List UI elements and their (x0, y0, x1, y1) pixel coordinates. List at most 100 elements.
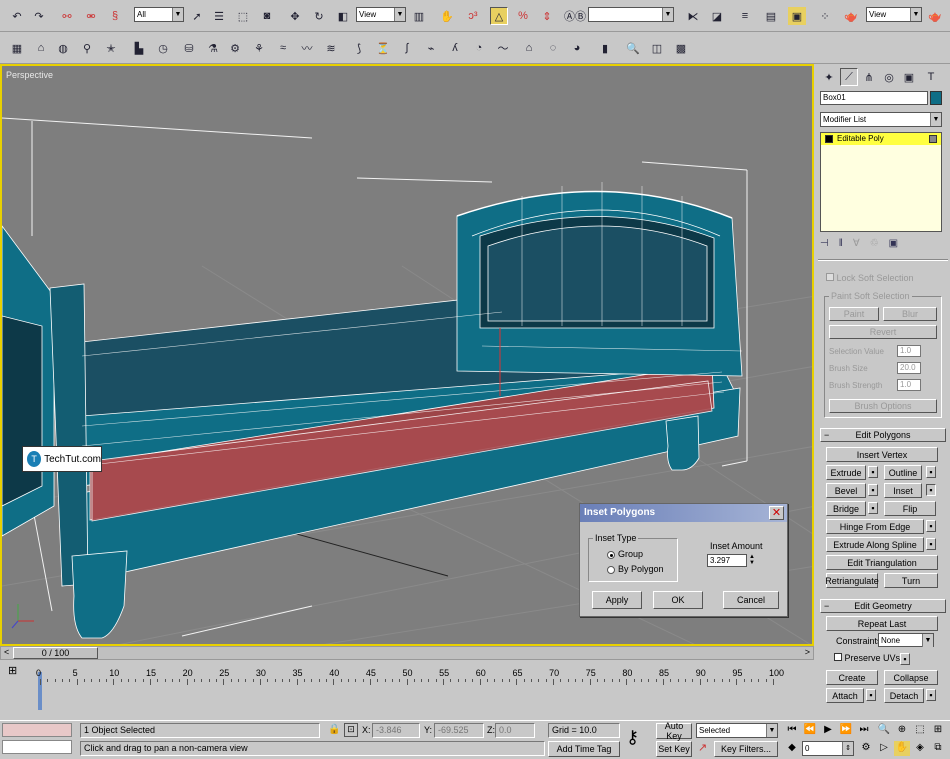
radio-group-option[interactable]: Group (607, 549, 643, 559)
collapse-button[interactable]: Collapse (884, 670, 938, 685)
insert-vertex-button[interactable]: Insert Vertex (826, 447, 938, 462)
add-time-tag-button[interactable]: Add Time Tag (548, 741, 620, 757)
key-mode-dropdown[interactable]: Selected ▼ (696, 723, 778, 738)
helpers-icon[interactable]: ✭ (102, 39, 120, 57)
attach-settings-icon[interactable]: ▪ (866, 689, 876, 701)
scale-icon[interactable]: ◧ (334, 7, 352, 25)
key-mode-toggle-icon[interactable]: ◆ (784, 741, 800, 756)
default-tangent-icon[interactable]: ↗ (698, 741, 707, 754)
bevel-button[interactable]: Bevel (826, 483, 866, 498)
time-slider[interactable]: < 0 / 100 > (0, 646, 814, 660)
pan-view-icon[interactable]: ✋ (894, 741, 910, 756)
show-end-icon[interactable]: ‖ (839, 238, 853, 249)
hinge-settings-icon[interactable]: ▪ (926, 520, 936, 532)
play-icon[interactable]: ▶ (820, 723, 836, 738)
preserve-uvs-settings-icon[interactable]: ▪ (900, 653, 910, 665)
selection-filter-dropdown[interactable]: All ▼ (134, 7, 184, 22)
remove-modifier-icon[interactable]: ♲ (870, 238, 889, 249)
blur-button[interactable]: Blur (883, 307, 937, 321)
extrude-along-spline-button[interactable]: Extrude Along Spline (826, 537, 924, 552)
lock-selection-icon[interactable]: 🔒 (328, 724, 340, 735)
twist-icon[interactable]: ∫ (398, 39, 416, 57)
curve-editor-icon[interactable]: ▤ (762, 7, 780, 25)
spring-icon[interactable]: ≈ (274, 39, 292, 57)
undo-icon[interactable]: ↶ (8, 7, 26, 25)
slider-right-arrow[interactable]: > (805, 647, 810, 657)
y-coordinate-field[interactable]: -69.525 (434, 723, 484, 738)
pivot-center-icon[interactable]: ▥ (410, 7, 428, 25)
taper-icon[interactable]: ⏳ (374, 39, 392, 57)
brush-strength-field[interactable]: 1.0 (897, 379, 921, 391)
camera-icon[interactable]: ◫ (648, 39, 666, 57)
make-unique-icon[interactable]: ∀ (853, 238, 870, 249)
bind-spacewarp-icon[interactable]: § (106, 7, 124, 25)
edit-named-sel-icon[interactable]: ⒶⒷ (564, 7, 586, 25)
modifier-list-dropdown[interactable]: Modifier List ▼ (820, 112, 942, 127)
array-icon[interactable]: ◷ (154, 39, 172, 57)
z-coordinate-field[interactable]: 0.0 (495, 723, 535, 738)
render-scene-icon[interactable]: 🫖 (842, 7, 860, 25)
inset-amount-field[interactable]: 3.297 (707, 554, 747, 567)
object-color-swatch[interactable] (930, 91, 942, 105)
render-type-dropdown[interactable]: View ▼ (866, 7, 922, 22)
preserve-uvs-checkbox[interactable]: Preserve UVs (834, 653, 900, 663)
next-frame-icon[interactable]: ⏩ (838, 723, 854, 738)
apply-button[interactable]: Apply (592, 591, 642, 609)
key-filters-button[interactable]: Key Filters... (714, 741, 778, 757)
edit-geometry-rollout[interactable]: − Edit Geometry (820, 599, 946, 613)
maxscript-listener[interactable] (2, 723, 72, 737)
zoom-extents-icon[interactable]: ⬚ (912, 723, 928, 738)
flip-button[interactable]: Flip (884, 501, 936, 516)
create-button[interactable]: Create (826, 670, 878, 685)
redo-icon[interactable]: ↷ (30, 7, 48, 25)
zoom-extents-all-icon[interactable]: ⊞ (930, 723, 946, 738)
time-slider-thumb[interactable]: 0 / 100 (13, 647, 98, 659)
create-tab-icon[interactable]: ✦ (820, 68, 838, 86)
window-crossing-icon[interactable]: ◙ (258, 7, 276, 25)
arc-rotate-icon[interactable]: ◈ (912, 741, 928, 756)
zoom-all-icon[interactable]: ⊕ (894, 723, 910, 738)
previous-frame-icon[interactable]: ⏪ (802, 723, 818, 738)
revert-button[interactable]: Revert (829, 325, 937, 339)
configure-sets-icon[interactable]: ▣ (889, 238, 908, 249)
align-icon[interactable]: ◪ (708, 7, 726, 25)
field-of-view-icon[interactable]: ▷ (876, 741, 892, 756)
film-icon[interactable]: ▩ (672, 39, 690, 57)
wave2-icon[interactable]: ◕ (568, 39, 586, 57)
viewport-label[interactable]: Perspective (6, 70, 53, 80)
cylinder-icon[interactable]: ⛁ (180, 39, 198, 57)
slice-icon[interactable]: ▮ (596, 39, 614, 57)
tools-icon[interactable]: ▙ (130, 39, 148, 57)
wind-icon[interactable]: ⚘ (250, 39, 268, 57)
spline-settings-icon[interactable]: ▪ (926, 538, 936, 550)
material-editor-icon[interactable]: ⁘ (816, 7, 834, 25)
paint-button[interactable]: Paint (829, 307, 879, 321)
display-tab-icon[interactable]: ▣ (900, 68, 918, 86)
maxscript-mini[interactable] (2, 740, 72, 754)
ripple-icon[interactable]: ≋ (322, 39, 340, 57)
push-icon[interactable]: 〜 (494, 39, 512, 57)
max-viewport-icon[interactable]: ⧉ (930, 741, 946, 756)
inset-settings-icon[interactable]: ▪ (926, 484, 936, 496)
quick-render-icon[interactable]: 🫖 (926, 7, 944, 25)
track-bar-icon[interactable]: ⊞ (8, 664, 17, 677)
hierarchy-tab-icon[interactable]: ⋔ (860, 68, 878, 86)
unlink-icon[interactable]: ⚮ (82, 7, 100, 25)
utilities-tab-icon[interactable]: T (922, 68, 940, 86)
percent-snap-icon[interactable]: % (514, 7, 532, 25)
schematic-view-icon[interactable]: ▣ (788, 7, 806, 25)
zoom-region-icon[interactable]: 🔍 (624, 39, 642, 57)
edit-polygons-rollout[interactable]: − Edit Polygons (820, 428, 946, 442)
gear-icon[interactable]: ⚙ (226, 39, 244, 57)
bend-icon[interactable]: ⟆ (350, 39, 368, 57)
shapes-icon[interactable]: ⌂ (32, 39, 50, 57)
extrude-button[interactable]: Extrude (826, 465, 866, 480)
extrude-settings-icon[interactable]: ▪ (868, 466, 878, 478)
constraints-dropdown[interactable]: None ▼ (878, 633, 934, 647)
stack-item-editable-poly[interactable]: Editable Poly (821, 133, 941, 145)
inset-amount-spinner[interactable]: ▲ ▼ (749, 554, 757, 567)
edit-triangulation-button[interactable]: Edit Triangulation (826, 555, 938, 570)
rotate-icon[interactable]: ↻ (310, 7, 328, 25)
inset-button[interactable]: Inset (884, 483, 922, 498)
outline-settings-icon[interactable]: ▪ (926, 466, 936, 478)
